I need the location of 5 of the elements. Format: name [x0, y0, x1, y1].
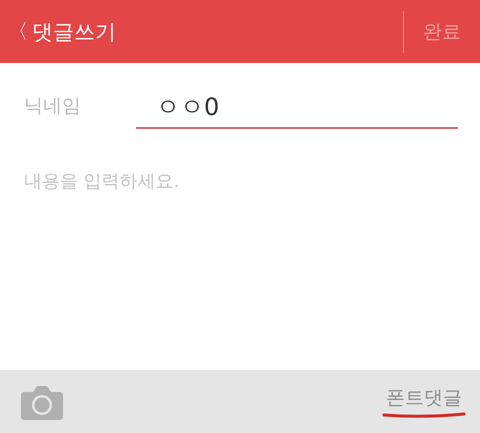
page-title: 댓글쓰기 [32, 18, 117, 46]
camera-icon[interactable] [20, 384, 64, 420]
nickname-label: 닉네임 [24, 94, 82, 119]
back-button[interactable]: 〈 [8, 18, 32, 45]
font-comment-button[interactable]: 폰트댓글 [386, 384, 462, 410]
